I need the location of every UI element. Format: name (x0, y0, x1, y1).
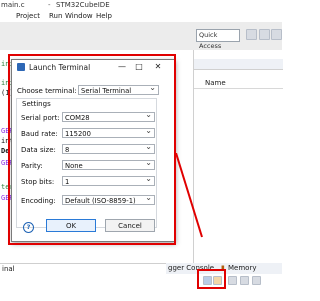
maximize-view-icon[interactable] (252, 276, 261, 285)
perspective-icon[interactable] (246, 29, 257, 40)
debug-perspective-icon[interactable] (259, 29, 270, 40)
menu-item-project[interactable]: Project (16, 12, 40, 20)
app-title: STM32CubeIDE (56, 1, 110, 9)
dialog-highlight-box (8, 54, 176, 245)
open-terminal-highlight-box (197, 269, 226, 289)
title-bar: main.c - STM32CubeIDE (0, 0, 282, 11)
annotation-connector-line (176, 153, 203, 238)
menu-bar: Project Run Window Help (0, 11, 282, 22)
view-menu-icon[interactable] (228, 276, 237, 285)
column-divider (194, 88, 283, 89)
variables-tab-strip[interactable] (194, 59, 283, 70)
menu-item-help[interactable]: Help (96, 12, 112, 20)
quick-access-input[interactable]: Quick Access (196, 29, 240, 50)
cube-perspective-icon[interactable] (271, 29, 282, 40)
minimize-view-icon[interactable] (240, 276, 249, 285)
terminal-tab[interactable]: inal (2, 265, 15, 273)
menu-item-window[interactable]: Window (65, 12, 93, 20)
tab-memory[interactable]: Memory (228, 264, 256, 272)
title-separator: - (48, 1, 51, 9)
file-tab-title: main.c (1, 1, 25, 9)
menu-item-run[interactable]: Run (49, 12, 62, 20)
variables-column-name: Name (205, 79, 226, 87)
